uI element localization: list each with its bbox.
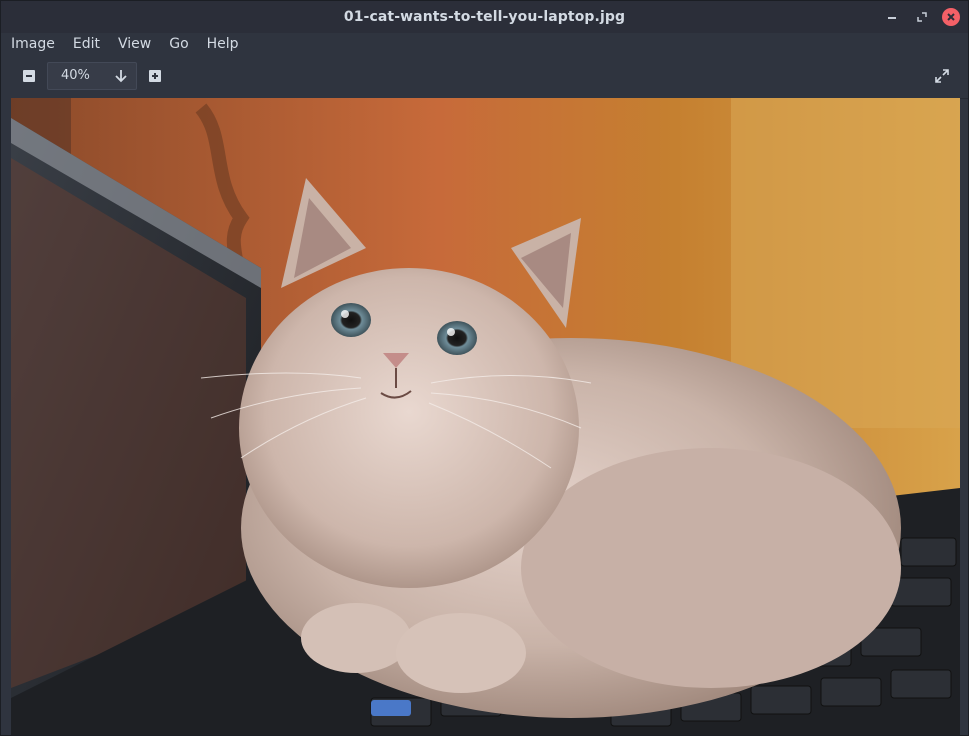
menu-image[interactable]: Image [1,33,63,55]
image-viewer-window: 01-cat-wants-to-tell-you-laptop.jpg Imag… [0,0,969,736]
close-button[interactable] [942,8,960,26]
toolbar: 40% [1,55,968,99]
zoom-level-select[interactable]: 40% [47,62,137,90]
menu-go[interactable]: Go [159,33,196,55]
maximize-icon [917,12,927,22]
zoom-level-value: 40% [61,68,90,83]
fullscreen-button[interactable] [934,68,950,84]
window-controls [882,7,960,27]
arrow-down-icon [115,70,127,83]
menu-edit[interactable]: Edit [63,33,108,55]
menu-bar: Image Edit View Go Help [1,33,968,55]
menu-view[interactable]: View [108,33,159,55]
window-title: 01-cat-wants-to-tell-you-laptop.jpg [343,9,626,25]
maximize-button[interactable] [912,7,932,27]
close-icon [947,13,955,21]
image-canvas[interactable] [11,98,960,735]
minimize-icon [888,17,896,19]
viewer-margin [1,98,11,735]
cat-photo [11,98,960,735]
zoom-in-button[interactable] [147,68,163,84]
zoom-in-icon [149,70,161,82]
menu-help[interactable]: Help [197,33,247,55]
zoom-out-icon [23,70,35,82]
zoom-out-button[interactable] [21,68,37,84]
minimize-button[interactable] [882,7,902,27]
fullscreen-icon [935,69,949,83]
title-bar[interactable]: 01-cat-wants-to-tell-you-laptop.jpg [1,1,968,33]
